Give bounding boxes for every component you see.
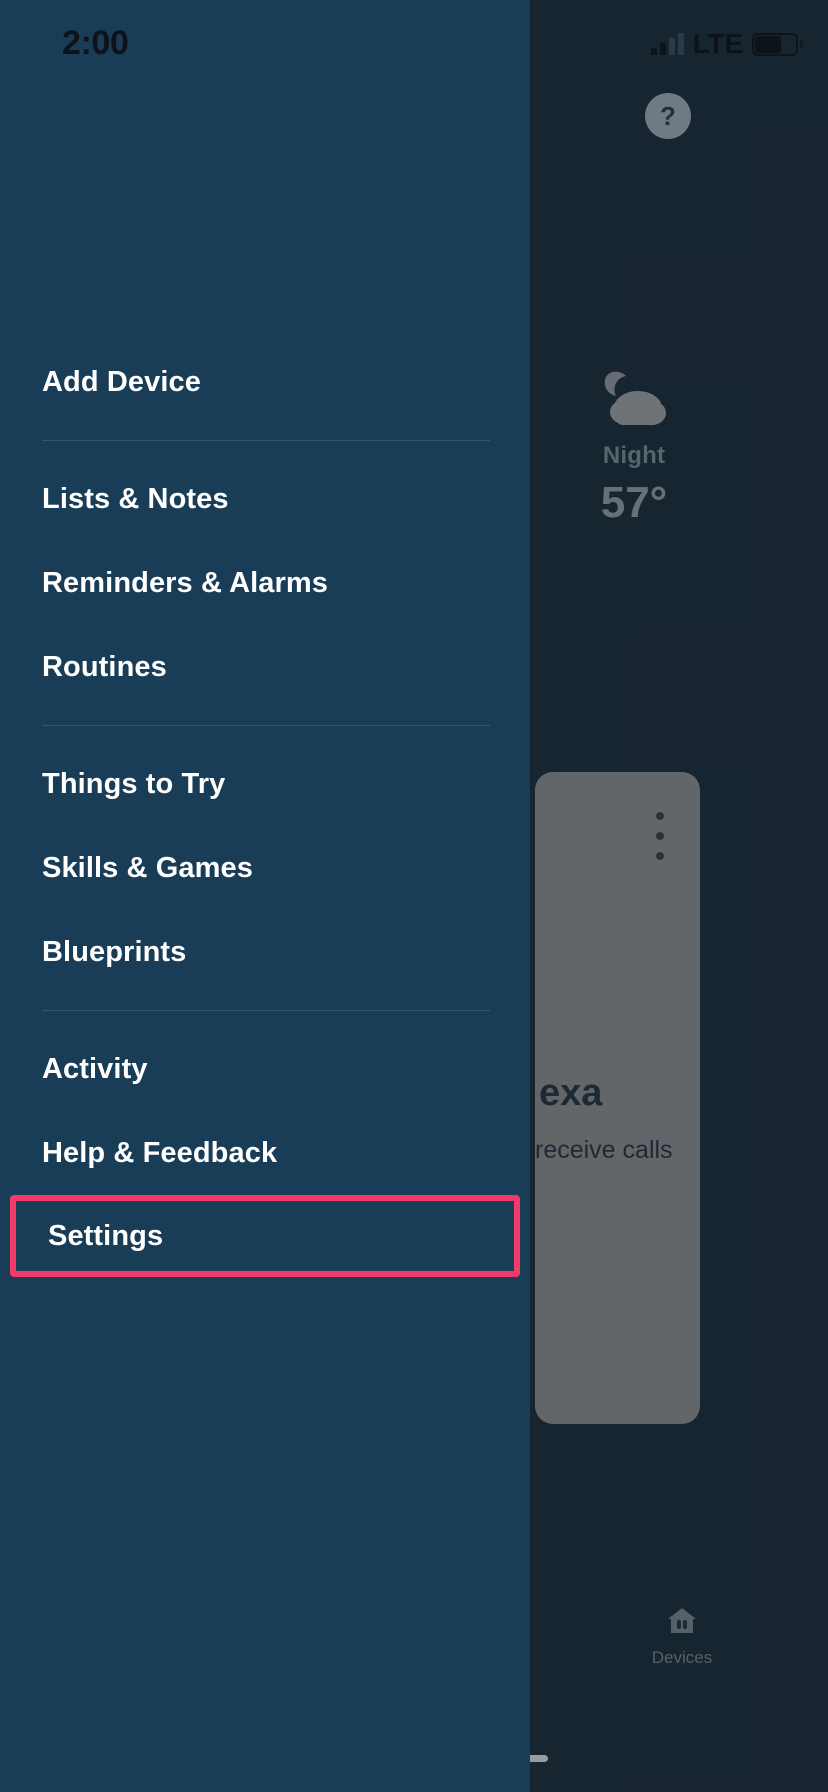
- sidebar-item-help-and-feedback[interactable]: Help & Feedback: [0, 1111, 530, 1195]
- menu-divider: [42, 440, 490, 441]
- sidebar-item-routines[interactable]: Routines: [0, 625, 530, 709]
- sidebar-item-activity[interactable]: Activity: [0, 1027, 530, 1111]
- sidebar-item-skills-and-games[interactable]: Skills & Games: [0, 826, 530, 910]
- sidebar-item-blueprints[interactable]: Blueprints: [0, 910, 530, 994]
- sidebar-item-label: Blueprints: [42, 935, 187, 968]
- drawer-menu-list: Add Device Lists & Notes Reminders & Ala…: [0, 340, 530, 1277]
- sidebar-item-label: Add Device: [42, 365, 201, 398]
- sidebar-item-label: Help & Feedback: [42, 1136, 278, 1169]
- sidebar-item-things-to-try[interactable]: Things to Try: [0, 742, 530, 826]
- sidebar-item-label: Things to Try: [42, 767, 226, 800]
- sidebar-item-label: Lists & Notes: [42, 482, 229, 515]
- question-mark-icon: ?: [660, 101, 676, 131]
- navigation-drawer: Add Device Lists & Notes Reminders & Ala…: [0, 0, 530, 1792]
- sidebar-item-label: Reminders & Alarms: [42, 566, 328, 599]
- battery-icon: [752, 32, 803, 56]
- sidebar-item-label: Routines: [42, 650, 167, 683]
- status-bar: 2:00 LTE: [0, 0, 828, 90]
- status-time: 2:00: [62, 24, 129, 62]
- sidebar-item-label: Activity: [42, 1052, 148, 1085]
- menu-divider: [42, 725, 490, 726]
- sidebar-item-settings[interactable]: Settings: [10, 1195, 520, 1277]
- sidebar-item-label: Skills & Games: [42, 851, 253, 884]
- help-button[interactable]: ?: [645, 93, 691, 139]
- sidebar-item-lists-and-notes[interactable]: Lists & Notes: [0, 457, 530, 541]
- cellular-signal-icon: [650, 33, 684, 55]
- menu-divider: [42, 1010, 490, 1011]
- sidebar-item-reminders-and-alarms[interactable]: Reminders & Alarms: [0, 541, 530, 625]
- sidebar-item-label: Settings: [48, 1219, 164, 1252]
- sidebar-item-add-device[interactable]: Add Device: [0, 340, 530, 424]
- network-type-label: LTE: [692, 28, 743, 59]
- status-indicators: LTE: [650, 28, 803, 60]
